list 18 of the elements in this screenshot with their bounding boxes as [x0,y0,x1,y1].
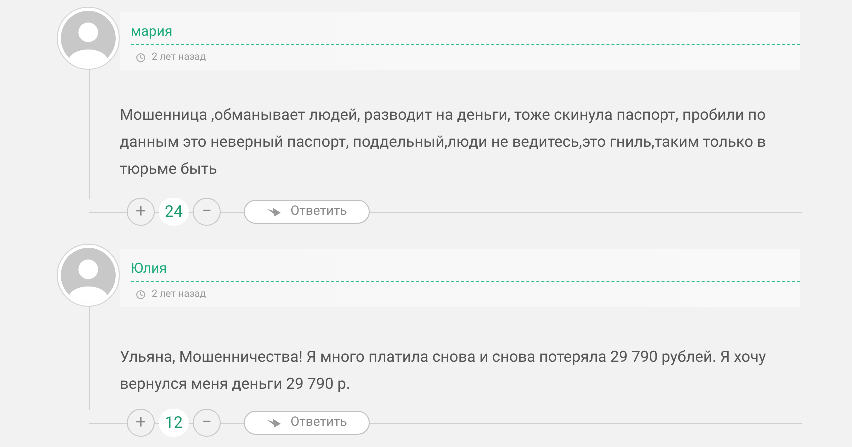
downvote-button[interactable]: − [193,409,221,437]
comment-time: 2 лет назад [152,51,206,65]
vote-count: 24 [159,198,189,226]
comment-text: Мошенница ,обманывает людей, разводит на деньги, тоже скинула паспорт, пробили по данным это неверный паспорт, поддельный,люди не ведитесь,это гниль,таким только в тюрьме быть [120,105,768,180]
clock-icon [136,52,146,62]
upvote-button[interactable]: + [127,409,155,437]
reply-arrow-icon [266,418,281,428]
clock-icon [136,290,146,300]
reply-button[interactable]: Ответить [244,200,370,224]
reply-arrow-icon [266,207,281,217]
vote-count: 12 [159,409,189,437]
upvote-button[interactable]: + [127,198,155,226]
author-name[interactable]: Юлия [131,261,168,277]
author-name[interactable]: мария [131,24,173,40]
reply-button[interactable]: Ответить [244,411,370,435]
comment-text: Ульяна, Мошенничества! Я много платила снова и снова потеряла 29 790 рублей. Я хочу вернулся меня деньги 29 790 р. [120,347,768,395]
comment-time: 2 лет назад [152,288,206,302]
downvote-button[interactable]: − [193,198,221,226]
